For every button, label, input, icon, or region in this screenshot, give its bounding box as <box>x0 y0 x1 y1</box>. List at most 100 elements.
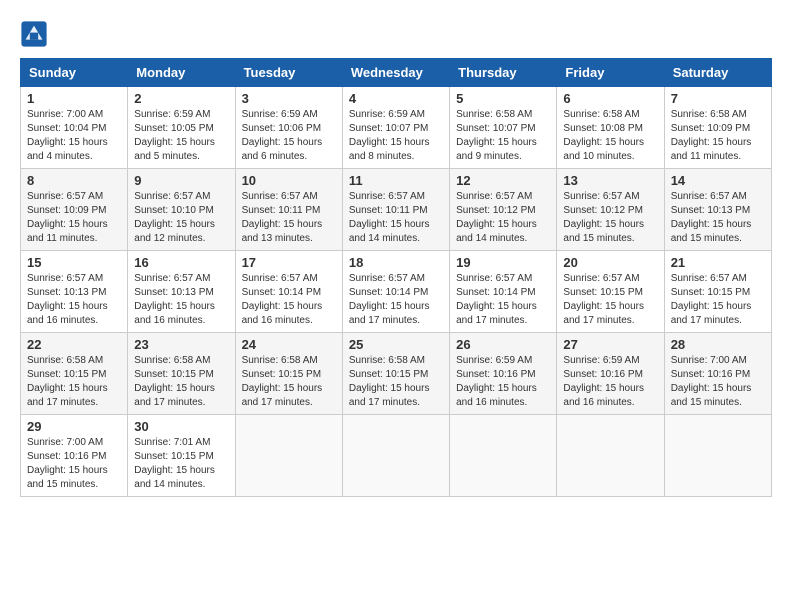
header-wednesday: Wednesday <box>342 59 449 87</box>
day-number: 29 <box>27 419 121 434</box>
calendar-cell: 13 Sunrise: 6:57 AM Sunset: 10:12 PM Day… <box>557 169 664 251</box>
day-number: 9 <box>134 173 228 188</box>
day-number: 4 <box>349 91 443 106</box>
day-number: 15 <box>27 255 121 270</box>
day-info: Sunrise: 6:58 AM Sunset: 10:07 PM Daylig… <box>456 108 550 164</box>
calendar-header-row: SundayMondayTuesdayWednesdayThursdayFrid… <box>21 59 772 87</box>
day-number: 18 <box>349 255 443 270</box>
calendar-cell: 11 Sunrise: 6:57 AM Sunset: 10:11 PM Day… <box>342 169 449 251</box>
day-number: 12 <box>456 173 550 188</box>
day-info: Sunrise: 7:01 AM Sunset: 10:15 PM Daylig… <box>134 436 228 492</box>
calendar-cell: 15 Sunrise: 6:57 AM Sunset: 10:13 PM Day… <box>21 251 128 333</box>
calendar-cell: 25 Sunrise: 6:58 AM Sunset: 10:15 PM Day… <box>342 333 449 415</box>
day-info: Sunrise: 6:57 AM Sunset: 10:11 PM Daylig… <box>242 190 336 246</box>
day-info: Sunrise: 6:59 AM Sunset: 10:16 PM Daylig… <box>563 354 657 410</box>
day-info: Sunrise: 6:59 AM Sunset: 10:16 PM Daylig… <box>456 354 550 410</box>
day-info: Sunrise: 6:57 AM Sunset: 10:11 PM Daylig… <box>349 190 443 246</box>
day-number: 3 <box>242 91 336 106</box>
day-number: 2 <box>134 91 228 106</box>
day-number: 1 <box>27 91 121 106</box>
day-number: 11 <box>349 173 443 188</box>
day-info: Sunrise: 6:57 AM Sunset: 10:14 PM Daylig… <box>456 272 550 328</box>
calendar-cell: 7 Sunrise: 6:58 AM Sunset: 10:09 PM Dayl… <box>664 87 771 169</box>
header-saturday: Saturday <box>664 59 771 87</box>
logo-icon <box>20 20 48 48</box>
calendar-cell: 4 Sunrise: 6:59 AM Sunset: 10:07 PM Dayl… <box>342 87 449 169</box>
day-info: Sunrise: 6:57 AM Sunset: 10:12 PM Daylig… <box>456 190 550 246</box>
calendar-cell: 20 Sunrise: 6:57 AM Sunset: 10:15 PM Day… <box>557 251 664 333</box>
header-friday: Friday <box>557 59 664 87</box>
calendar-week-row: 1 Sunrise: 7:00 AM Sunset: 10:04 PM Dayl… <box>21 87 772 169</box>
day-info: Sunrise: 6:58 AM Sunset: 10:15 PM Daylig… <box>134 354 228 410</box>
day-number: 16 <box>134 255 228 270</box>
calendar-cell: 2 Sunrise: 6:59 AM Sunset: 10:05 PM Dayl… <box>128 87 235 169</box>
calendar-cell: 1 Sunrise: 7:00 AM Sunset: 10:04 PM Dayl… <box>21 87 128 169</box>
calendar-cell <box>235 415 342 497</box>
day-info: Sunrise: 6:57 AM Sunset: 10:13 PM Daylig… <box>134 272 228 328</box>
day-number: 7 <box>671 91 765 106</box>
calendar-week-row: 29 Sunrise: 7:00 AM Sunset: 10:16 PM Day… <box>21 415 772 497</box>
day-info: Sunrise: 7:00 AM Sunset: 10:16 PM Daylig… <box>27 436 121 492</box>
calendar-cell: 23 Sunrise: 6:58 AM Sunset: 10:15 PM Day… <box>128 333 235 415</box>
day-number: 26 <box>456 337 550 352</box>
day-number: 28 <box>671 337 765 352</box>
calendar-cell <box>664 415 771 497</box>
calendar-cell <box>557 415 664 497</box>
calendar-week-row: 15 Sunrise: 6:57 AM Sunset: 10:13 PM Day… <box>21 251 772 333</box>
calendar-week-row: 22 Sunrise: 6:58 AM Sunset: 10:15 PM Day… <box>21 333 772 415</box>
calendar-cell: 9 Sunrise: 6:57 AM Sunset: 10:10 PM Dayl… <box>128 169 235 251</box>
day-number: 21 <box>671 255 765 270</box>
logo <box>20 20 52 48</box>
day-number: 27 <box>563 337 657 352</box>
calendar-cell: 6 Sunrise: 6:58 AM Sunset: 10:08 PM Dayl… <box>557 87 664 169</box>
calendar-cell: 8 Sunrise: 6:57 AM Sunset: 10:09 PM Dayl… <box>21 169 128 251</box>
calendar-cell: 17 Sunrise: 6:57 AM Sunset: 10:14 PM Day… <box>235 251 342 333</box>
calendar-cell: 24 Sunrise: 6:58 AM Sunset: 10:15 PM Day… <box>235 333 342 415</box>
day-number: 19 <box>456 255 550 270</box>
calendar-cell: 14 Sunrise: 6:57 AM Sunset: 10:13 PM Day… <box>664 169 771 251</box>
day-number: 13 <box>563 173 657 188</box>
day-info: Sunrise: 7:00 AM Sunset: 10:16 PM Daylig… <box>671 354 765 410</box>
day-number: 23 <box>134 337 228 352</box>
day-info: Sunrise: 6:57 AM Sunset: 10:15 PM Daylig… <box>671 272 765 328</box>
calendar-cell <box>342 415 449 497</box>
day-info: Sunrise: 6:59 AM Sunset: 10:05 PM Daylig… <box>134 108 228 164</box>
day-number: 10 <box>242 173 336 188</box>
calendar-cell: 16 Sunrise: 6:57 AM Sunset: 10:13 PM Day… <box>128 251 235 333</box>
calendar-week-row: 8 Sunrise: 6:57 AM Sunset: 10:09 PM Dayl… <box>21 169 772 251</box>
day-number: 17 <box>242 255 336 270</box>
day-info: Sunrise: 6:58 AM Sunset: 10:15 PM Daylig… <box>27 354 121 410</box>
page-header <box>20 20 772 48</box>
day-number: 30 <box>134 419 228 434</box>
calendar-cell: 10 Sunrise: 6:57 AM Sunset: 10:11 PM Day… <box>235 169 342 251</box>
day-info: Sunrise: 6:57 AM Sunset: 10:14 PM Daylig… <box>349 272 443 328</box>
day-number: 20 <box>563 255 657 270</box>
day-number: 25 <box>349 337 443 352</box>
day-info: Sunrise: 6:58 AM Sunset: 10:09 PM Daylig… <box>671 108 765 164</box>
calendar-cell: 26 Sunrise: 6:59 AM Sunset: 10:16 PM Day… <box>450 333 557 415</box>
calendar-cell: 27 Sunrise: 6:59 AM Sunset: 10:16 PM Day… <box>557 333 664 415</box>
day-info: Sunrise: 7:00 AM Sunset: 10:04 PM Daylig… <box>27 108 121 164</box>
day-number: 14 <box>671 173 765 188</box>
calendar-cell: 28 Sunrise: 7:00 AM Sunset: 10:16 PM Day… <box>664 333 771 415</box>
header-sunday: Sunday <box>21 59 128 87</box>
calendar-cell: 3 Sunrise: 6:59 AM Sunset: 10:06 PM Dayl… <box>235 87 342 169</box>
calendar-cell: 29 Sunrise: 7:00 AM Sunset: 10:16 PM Day… <box>21 415 128 497</box>
header-thursday: Thursday <box>450 59 557 87</box>
header-monday: Monday <box>128 59 235 87</box>
day-number: 5 <box>456 91 550 106</box>
day-number: 8 <box>27 173 121 188</box>
header-tuesday: Tuesday <box>235 59 342 87</box>
day-info: Sunrise: 6:57 AM Sunset: 10:14 PM Daylig… <box>242 272 336 328</box>
day-number: 6 <box>563 91 657 106</box>
calendar-cell <box>450 415 557 497</box>
calendar-cell: 19 Sunrise: 6:57 AM Sunset: 10:14 PM Day… <box>450 251 557 333</box>
calendar-cell: 22 Sunrise: 6:58 AM Sunset: 10:15 PM Day… <box>21 333 128 415</box>
day-info: Sunrise: 6:58 AM Sunset: 10:08 PM Daylig… <box>563 108 657 164</box>
calendar-cell: 30 Sunrise: 7:01 AM Sunset: 10:15 PM Day… <box>128 415 235 497</box>
day-number: 24 <box>242 337 336 352</box>
calendar-cell: 18 Sunrise: 6:57 AM Sunset: 10:14 PM Day… <box>342 251 449 333</box>
day-info: Sunrise: 6:58 AM Sunset: 10:15 PM Daylig… <box>349 354 443 410</box>
calendar-cell: 21 Sunrise: 6:57 AM Sunset: 10:15 PM Day… <box>664 251 771 333</box>
day-info: Sunrise: 6:59 AM Sunset: 10:07 PM Daylig… <box>349 108 443 164</box>
